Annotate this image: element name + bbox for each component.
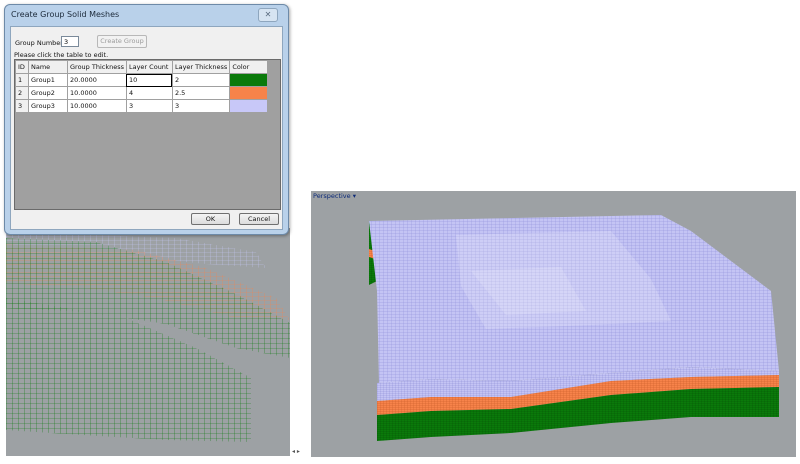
- column-header-id[interactable]: ID: [15, 60, 29, 74]
- dialog-title: Create Group Solid Meshes: [11, 10, 120, 19]
- group-thickness-cell[interactable]: 10.0000: [67, 99, 127, 113]
- create-group-dialog: Create Group Solid Meshes ✕ Group Number…: [4, 4, 289, 235]
- table-row[interactable]: 2 Group2 10.0000 4 2.5: [15, 86, 269, 100]
- group-number-label: Group Number:: [15, 39, 66, 47]
- close-icon[interactable]: ✕: [258, 8, 278, 22]
- group-thickness-cell[interactable]: 10.0000: [67, 86, 127, 100]
- table-header-row: ID Name Group Thickness Layer Count Laye…: [15, 60, 269, 74]
- edit-hint: Please click the table to edit.: [14, 51, 109, 59]
- color-swatch-cell[interactable]: [229, 73, 269, 87]
- wireframe-viewport[interactable]: [6, 228, 290, 456]
- solid-mesh-render: [369, 215, 779, 441]
- group-table-area[interactable]: ID Name Group Thickness Layer Count Laye…: [14, 59, 281, 210]
- color-swatch-cell[interactable]: [229, 86, 269, 100]
- column-header-name[interactable]: Name: [28, 60, 68, 74]
- viewport-label[interactable]: Perspective: [313, 192, 351, 200]
- color-swatch-cell[interactable]: [229, 99, 269, 113]
- perspective-viewport[interactable]: Perspective ▾: [311, 191, 796, 457]
- name-cell[interactable]: Group2: [28, 86, 68, 100]
- viewport-menu-icon[interactable]: ▾: [353, 192, 356, 200]
- column-header-group-thickness[interactable]: Group Thickness: [67, 60, 127, 74]
- layer-count-cell[interactable]: 3: [125, 99, 173, 113]
- layer-thickness-cell[interactable]: 3: [171, 99, 231, 113]
- table-row[interactable]: 1 Group1 20.0000 10 2: [15, 73, 269, 87]
- row-id-cell[interactable]: 2: [15, 86, 29, 100]
- viewport-title[interactable]: Perspective ▾: [313, 192, 356, 200]
- layer-count-cell[interactable]: 10: [125, 73, 173, 87]
- column-header-layer-thickness[interactable]: Layer Thickness: [171, 60, 231, 74]
- group-table[interactable]: ID Name Group Thickness Layer Count Laye…: [15, 60, 269, 113]
- row-id-cell[interactable]: 1: [15, 73, 29, 87]
- cancel-button[interactable]: Cancel: [239, 213, 279, 225]
- group-thickness-cell[interactable]: 20.0000: [67, 73, 127, 87]
- create-group-button[interactable]: Create Group: [97, 35, 147, 48]
- layer-thickness-cell[interactable]: 2: [171, 73, 231, 87]
- row-id-cell[interactable]: 3: [15, 99, 29, 113]
- ok-button[interactable]: OK: [191, 213, 230, 225]
- table-row[interactable]: 3 Group3 10.0000 3 3: [15, 99, 269, 113]
- column-header-layer-count[interactable]: Layer Count: [125, 60, 173, 74]
- layer-count-cell[interactable]: 4: [125, 86, 173, 100]
- name-cell[interactable]: Group3: [28, 99, 68, 113]
- column-header-color[interactable]: Color: [229, 60, 269, 74]
- name-cell[interactable]: Group1: [28, 73, 68, 87]
- wireframe-meshes: [6, 232, 290, 442]
- group-number-input[interactable]: [61, 36, 79, 47]
- viewport-separator-arrows[interactable]: ◂ ▸: [292, 448, 300, 455]
- dialog-body: Group Number: Create Group Please click …: [10, 26, 283, 230]
- layer-thickness-cell[interactable]: 2.5: [171, 86, 231, 100]
